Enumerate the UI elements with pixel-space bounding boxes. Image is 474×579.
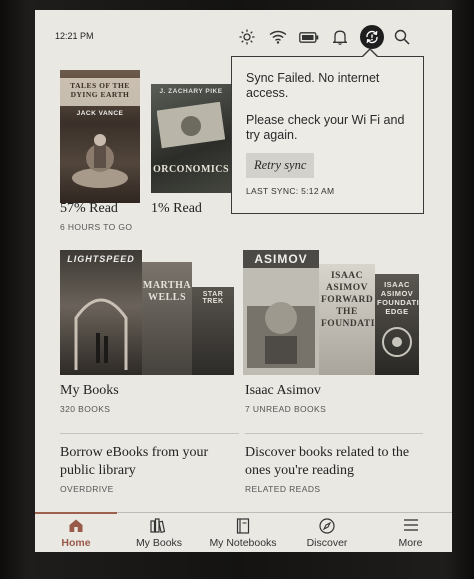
collection-count-2: 7 UNREAD BOOKS	[245, 404, 327, 414]
wifi-icon[interactable]	[267, 26, 289, 48]
notebook-icon	[236, 518, 250, 539]
collection-count-1: 320 BOOKS	[60, 404, 111, 414]
sync-failed-hint: Please check your Wi Fi and try again.	[246, 113, 405, 142]
cover-author: J. ZACHARY PIKE	[159, 88, 223, 95]
menu-icon	[403, 518, 419, 537]
cover-art	[74, 298, 128, 370]
promo-source-related-reads: RELATED READS	[245, 484, 321, 494]
collection-cover-1: LIGHTSPEED	[60, 250, 142, 375]
battery-icon[interactable]	[298, 26, 320, 48]
tab-my-books[interactable]: My Books	[117, 513, 201, 552]
cover-art	[157, 102, 225, 149]
cover-title: ORCONOMICS	[152, 164, 230, 175]
promo-borrow-ebooks[interactable]: Borrow eBooks from your public library	[60, 444, 235, 480]
promo-discover-related[interactable]: Discover books related to the ones you'r…	[245, 444, 425, 480]
cover-title: STAR TREK	[202, 291, 224, 305]
cover-title: TALES OF THE DYING EARTH	[70, 81, 130, 99]
sync-icon[interactable]	[360, 25, 384, 49]
tab-label: My Notebooks	[209, 537, 277, 549]
tab-label: Discover	[306, 537, 348, 549]
book-progress-1[interactable]: 57% Read	[60, 201, 118, 217]
sync-failed-popup: Sync Failed. No internet access. Please …	[231, 48, 424, 214]
collection-title-1[interactable]: My Books	[60, 383, 119, 399]
promo-divider-right	[245, 433, 423, 434]
clock: 12:21 PM	[55, 31, 94, 41]
tab-label: More	[398, 537, 423, 549]
tab-discover[interactable]: Discover	[285, 513, 369, 552]
promo-source-overdrive: OVERDRIVE	[60, 484, 114, 494]
book-time-left-1: 6 HOURS TO GO	[60, 222, 133, 232]
tab-label: Home	[61, 537, 91, 549]
promo-divider-left	[60, 433, 239, 434]
brightness-icon[interactable]	[236, 26, 258, 48]
collection-cover-6: ISAAC ASIMOV FOUNDATION'S EDGE	[375, 274, 419, 375]
status-bar: 12:21 PM	[35, 10, 452, 62]
tab-more[interactable]: More	[369, 513, 452, 552]
cover-title: MARTHA WELLS	[142, 280, 192, 303]
bell-icon[interactable]	[329, 26, 351, 48]
cover-author: JACK VANCE	[76, 110, 124, 117]
home-icon	[68, 518, 84, 538]
search-icon[interactable]	[391, 26, 413, 48]
collection-cover-5: ISAAC ASIMOV FORWARD THE FOUNDATION	[319, 264, 375, 375]
collection-cover-2: MARTHA WELLS	[142, 262, 192, 375]
books-icon	[150, 518, 168, 538]
book-cover-orconomics[interactable]: J. ZACHARY PIKE ORCONOMICS	[151, 84, 231, 193]
collection-cover-3: STAR TREK	[192, 287, 234, 375]
tab-home[interactable]: Home	[35, 513, 117, 552]
collection-title-2[interactable]: Isaac Asimov	[245, 383, 321, 399]
tab-my-notebooks[interactable]: My Notebooks	[201, 513, 285, 552]
cover-title: ISAAC ASIMOV FORWARD THE FOUNDATION	[321, 271, 375, 329]
cover-title: LIGHTSPEED	[67, 254, 135, 264]
collection-cover-4: ASIMOV	[243, 250, 319, 375]
cover-title: ASIMOV	[254, 252, 308, 266]
ereader-screen: 12:21 PM TALES OF THE DYING EARTH JACK V…	[35, 10, 452, 552]
cover-art	[382, 327, 412, 357]
tab-label: My Books	[135, 537, 183, 549]
cover-art	[247, 302, 315, 368]
sync-failed-message: Sync Failed. No internet access.	[246, 71, 380, 100]
book-cover-dying-earth[interactable]: TALES OF THE DYING EARTH JACK VANCE	[60, 70, 140, 203]
retry-sync-button[interactable]: Retry sync	[246, 153, 315, 178]
bottom-tab-bar: Home My Books My Notebooks Discover More	[35, 512, 452, 552]
cover-title: ISAAC ASIMOV FOUNDATION'S EDGE	[377, 280, 419, 316]
cover-art	[72, 134, 128, 188]
book-progress-2[interactable]: 1% Read	[151, 201, 202, 217]
last-sync-time: LAST SYNC: 5:12 AM	[246, 186, 335, 196]
compass-icon	[319, 518, 335, 539]
